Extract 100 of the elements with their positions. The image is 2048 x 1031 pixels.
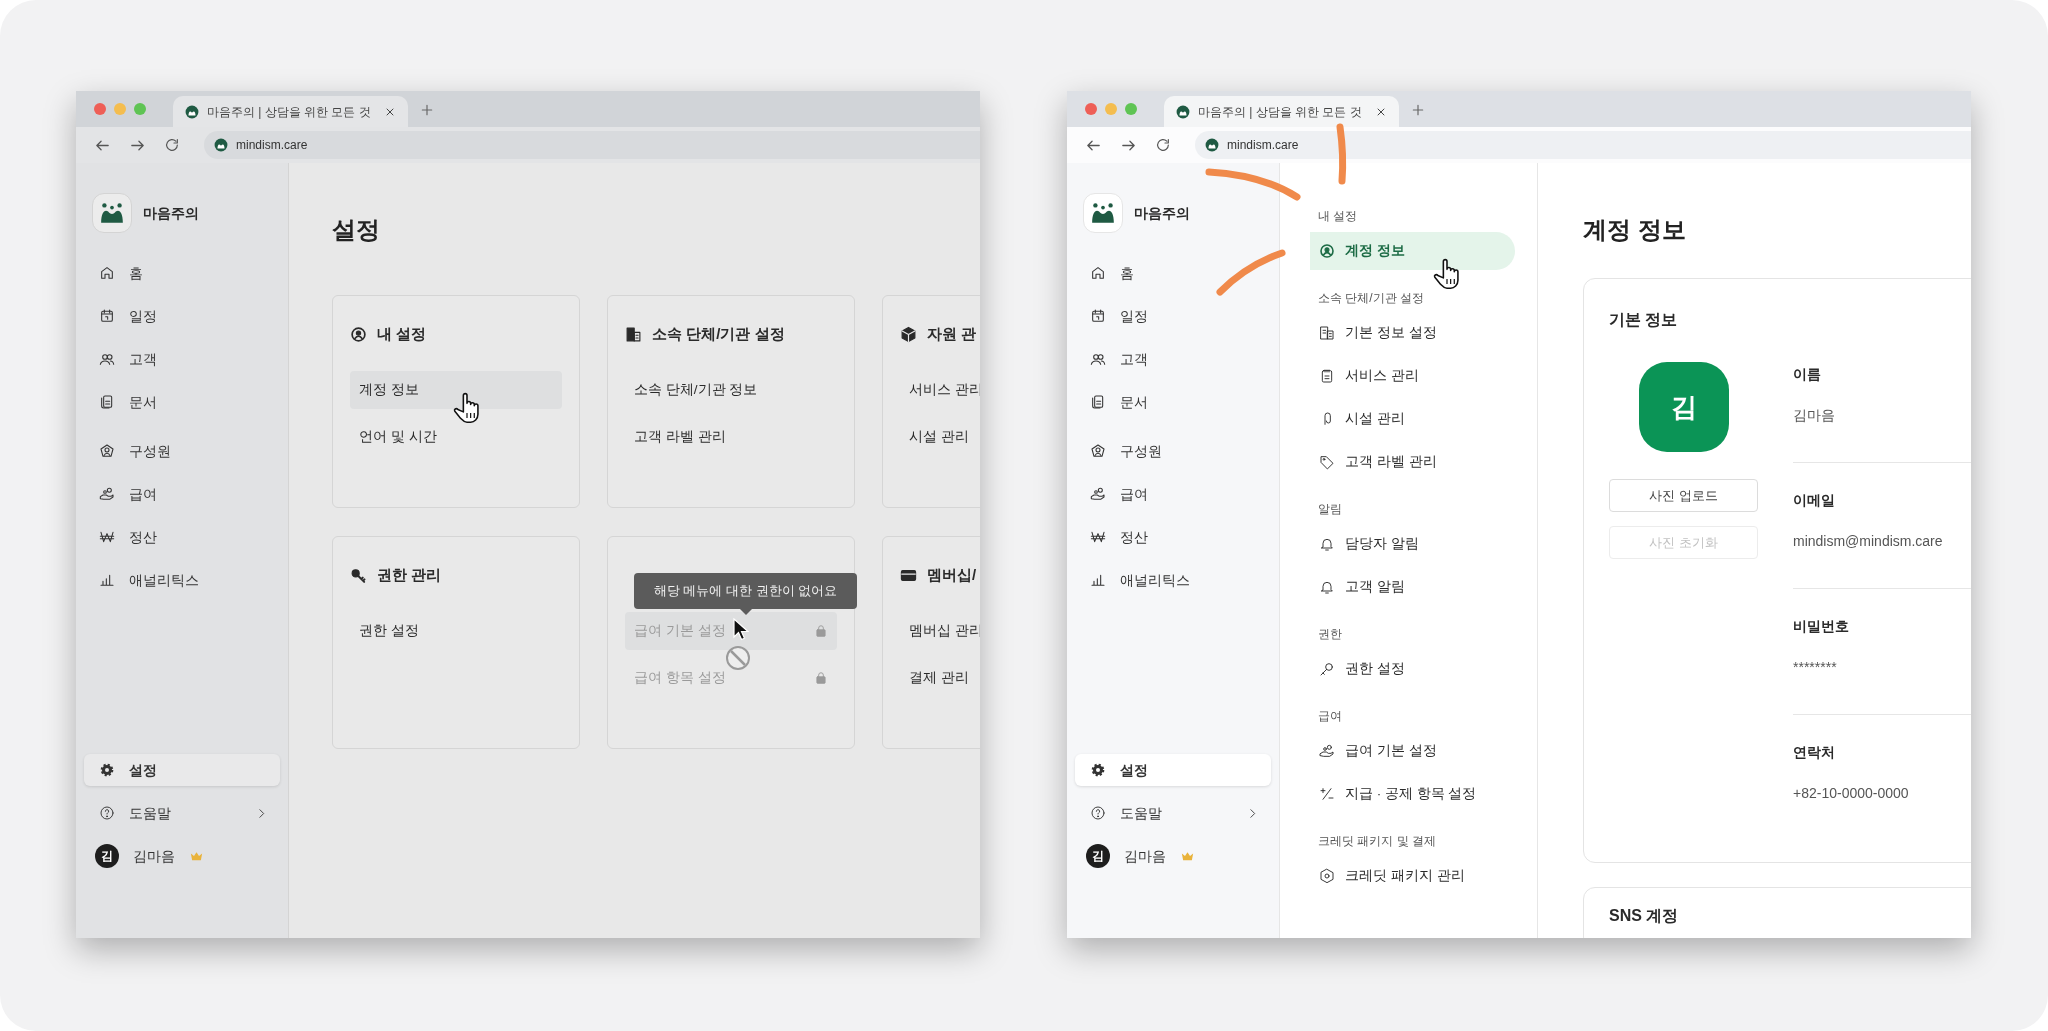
hand-cursor-icon [1432, 256, 1462, 290]
browser-tab[interactable]: 마음주의 | 상담을 위한 모든 것 [1164, 96, 1399, 127]
hand-cursor-icon [452, 390, 482, 424]
card-title: 기본 정보 [1609, 310, 1679, 330]
sidebar-item[interactable]: 급여 [84, 478, 280, 510]
tooltip: 해당 메뉴에 대한 권한이 없어요 [634, 573, 857, 615]
settings-nav-item[interactable]: 지급 · 공제 항목 설정 [1310, 775, 1515, 813]
settings-nav-item[interactable]: 담당자 알림 [1310, 525, 1515, 563]
sidebar-item[interactable]: 정산 [84, 521, 280, 553]
home-icon [1090, 265, 1106, 281]
user-menu[interactable]: 김 김마음 [1075, 840, 1271, 872]
plus-icon [420, 102, 434, 117]
settings-link[interactable]: 멤버십 관리 [900, 612, 980, 650]
people-icon [1090, 351, 1106, 367]
plus-icon [1411, 102, 1425, 117]
won-icon [99, 529, 115, 545]
brand-name: 마음주의 [1134, 203, 1190, 223]
section-label: 급여 [1317, 708, 1343, 725]
sidebar-item[interactable]: 구성원 [84, 435, 280, 467]
sidebar-item[interactable]: 정산 [1075, 521, 1271, 553]
bell-icon [1319, 536, 1335, 552]
sidebar-item[interactable]: 문서 [1075, 386, 1271, 418]
settings-link[interactable]: 서비스 관리 [900, 371, 980, 409]
settings-link[interactable]: 고객 라벨 관리 [625, 418, 837, 456]
favicon-icon [185, 104, 199, 119]
building-icon [625, 325, 642, 343]
logo-icon [99, 200, 125, 226]
field-label: 비밀번호 [1793, 617, 1850, 636]
won-icon [1090, 529, 1106, 545]
lock-icon [814, 671, 828, 685]
home-icon [99, 265, 115, 281]
lock-icon [814, 624, 828, 638]
person-badge-icon [99, 443, 115, 459]
field-label: 연락처 [1793, 743, 1836, 762]
settings-nav-item[interactable]: 기본 정보 설정 [1310, 314, 1515, 352]
sidebar-item[interactable]: 애널리틱스 [1075, 564, 1271, 596]
field-label: 이름 [1793, 365, 1822, 384]
sidebar-item[interactable]: 설정 [84, 754, 280, 786]
favicon-icon [1176, 104, 1190, 119]
settings-nav-item[interactable]: 서비스 관리 [1310, 357, 1515, 395]
arrow-cursor-icon [733, 618, 749, 642]
settings-link[interactable]: 시설 관리 [900, 418, 980, 456]
settings-nav-item[interactable]: 시설 관리 [1310, 400, 1515, 438]
sidebar-item[interactable]: 도움말 [1075, 797, 1271, 829]
sidebar-item[interactable]: 문서 [84, 386, 280, 418]
card-title: SNS 계정 [1609, 907, 1679, 924]
sidebar-item[interactable]: 일정 [84, 300, 280, 332]
brand-name: 마음주의 [143, 203, 199, 223]
browser-tab[interactable]: 마음주의 | 상담을 위한 모든 것 [173, 96, 408, 127]
reload-button[interactable] [164, 137, 180, 153]
logo-tile[interactable] [92, 193, 132, 233]
sidebar-item[interactable]: 홈 [1075, 257, 1271, 289]
card-title: 자원 관 [927, 323, 977, 344]
sidebar-item[interactable]: 애널리틱스 [84, 564, 280, 596]
address-bar[interactable]: mindism.care [1195, 131, 1971, 159]
document-icon [1090, 394, 1106, 410]
sidebar-item[interactable]: 일정 [1075, 300, 1271, 332]
settings-nav-item[interactable]: 계정 정보 [1310, 232, 1515, 270]
sidebar-item[interactable]: 구성원 [1075, 435, 1271, 467]
person-badge-icon [1090, 443, 1106, 459]
field-value: +82-10-0000-0000 [1793, 784, 1910, 803]
sidebar-item[interactable]: 도움말 [84, 797, 280, 829]
people-icon [99, 351, 115, 367]
card-title: 내 설정 [377, 323, 427, 344]
sidebar-item[interactable]: 급여 [1075, 478, 1271, 510]
user-menu[interactable]: 김 김마음 [84, 840, 280, 872]
section-label: 크레딧 패키지 및 결제 [1317, 833, 1437, 850]
section-label: 소속 단체/기관 설정 [1317, 290, 1425, 307]
sidebar-item[interactable]: 고객 [1075, 343, 1271, 375]
favicon-icon [1205, 138, 1219, 152]
settings-link[interactable]: 권한 설정 [350, 612, 562, 650]
settings-nav-item[interactable]: 급여 기본 설정 [1310, 732, 1515, 770]
highlight-stroke [1216, 249, 1286, 296]
section-label: 내 설정 [1317, 208, 1359, 225]
section-label: 알림 [1317, 501, 1343, 518]
field-label: 이메일 [1793, 491, 1836, 510]
settings-link[interactable]: 소속 단체/기관 정보 [625, 371, 837, 409]
hand-coins-icon [1319, 743, 1335, 759]
field-value: mindism@mindism.care [1793, 532, 1944, 551]
address-bar[interactable]: mindism.care [204, 131, 980, 159]
calendar-icon [1090, 308, 1106, 324]
gear-icon [1090, 762, 1106, 778]
bar-chart-icon [1090, 572, 1106, 588]
settings-nav-item[interactable]: 권한 설정 [1310, 650, 1515, 688]
settings-nav-item[interactable]: 고객 라벨 관리 [1310, 443, 1515, 481]
person-circle-icon [350, 325, 367, 343]
sidebar-item[interactable]: 고객 [84, 343, 280, 375]
settings-link[interactable]: 계정 정보 [350, 371, 562, 409]
page-title: 설정 [332, 215, 381, 245]
settings-nav-item[interactable]: 고객 알림 [1310, 568, 1515, 606]
settings-link[interactable]: 결제 관리 [900, 659, 980, 697]
not-allowed-icon [725, 645, 751, 671]
sidebar-item[interactable]: 홈 [84, 257, 280, 289]
settings-link[interactable]: 언어 및 시간 [350, 418, 562, 456]
logo-tile[interactable] [1083, 193, 1123, 233]
sidebar-item[interactable]: 설정 [1075, 754, 1271, 786]
plus-minus-icon [1319, 786, 1335, 802]
reload-button[interactable] [1155, 137, 1171, 153]
photo-button[interactable]: 사진 업로드 [1609, 479, 1758, 512]
settings-nav-item[interactable]: 크레딧 패키지 관리 [1310, 857, 1515, 895]
